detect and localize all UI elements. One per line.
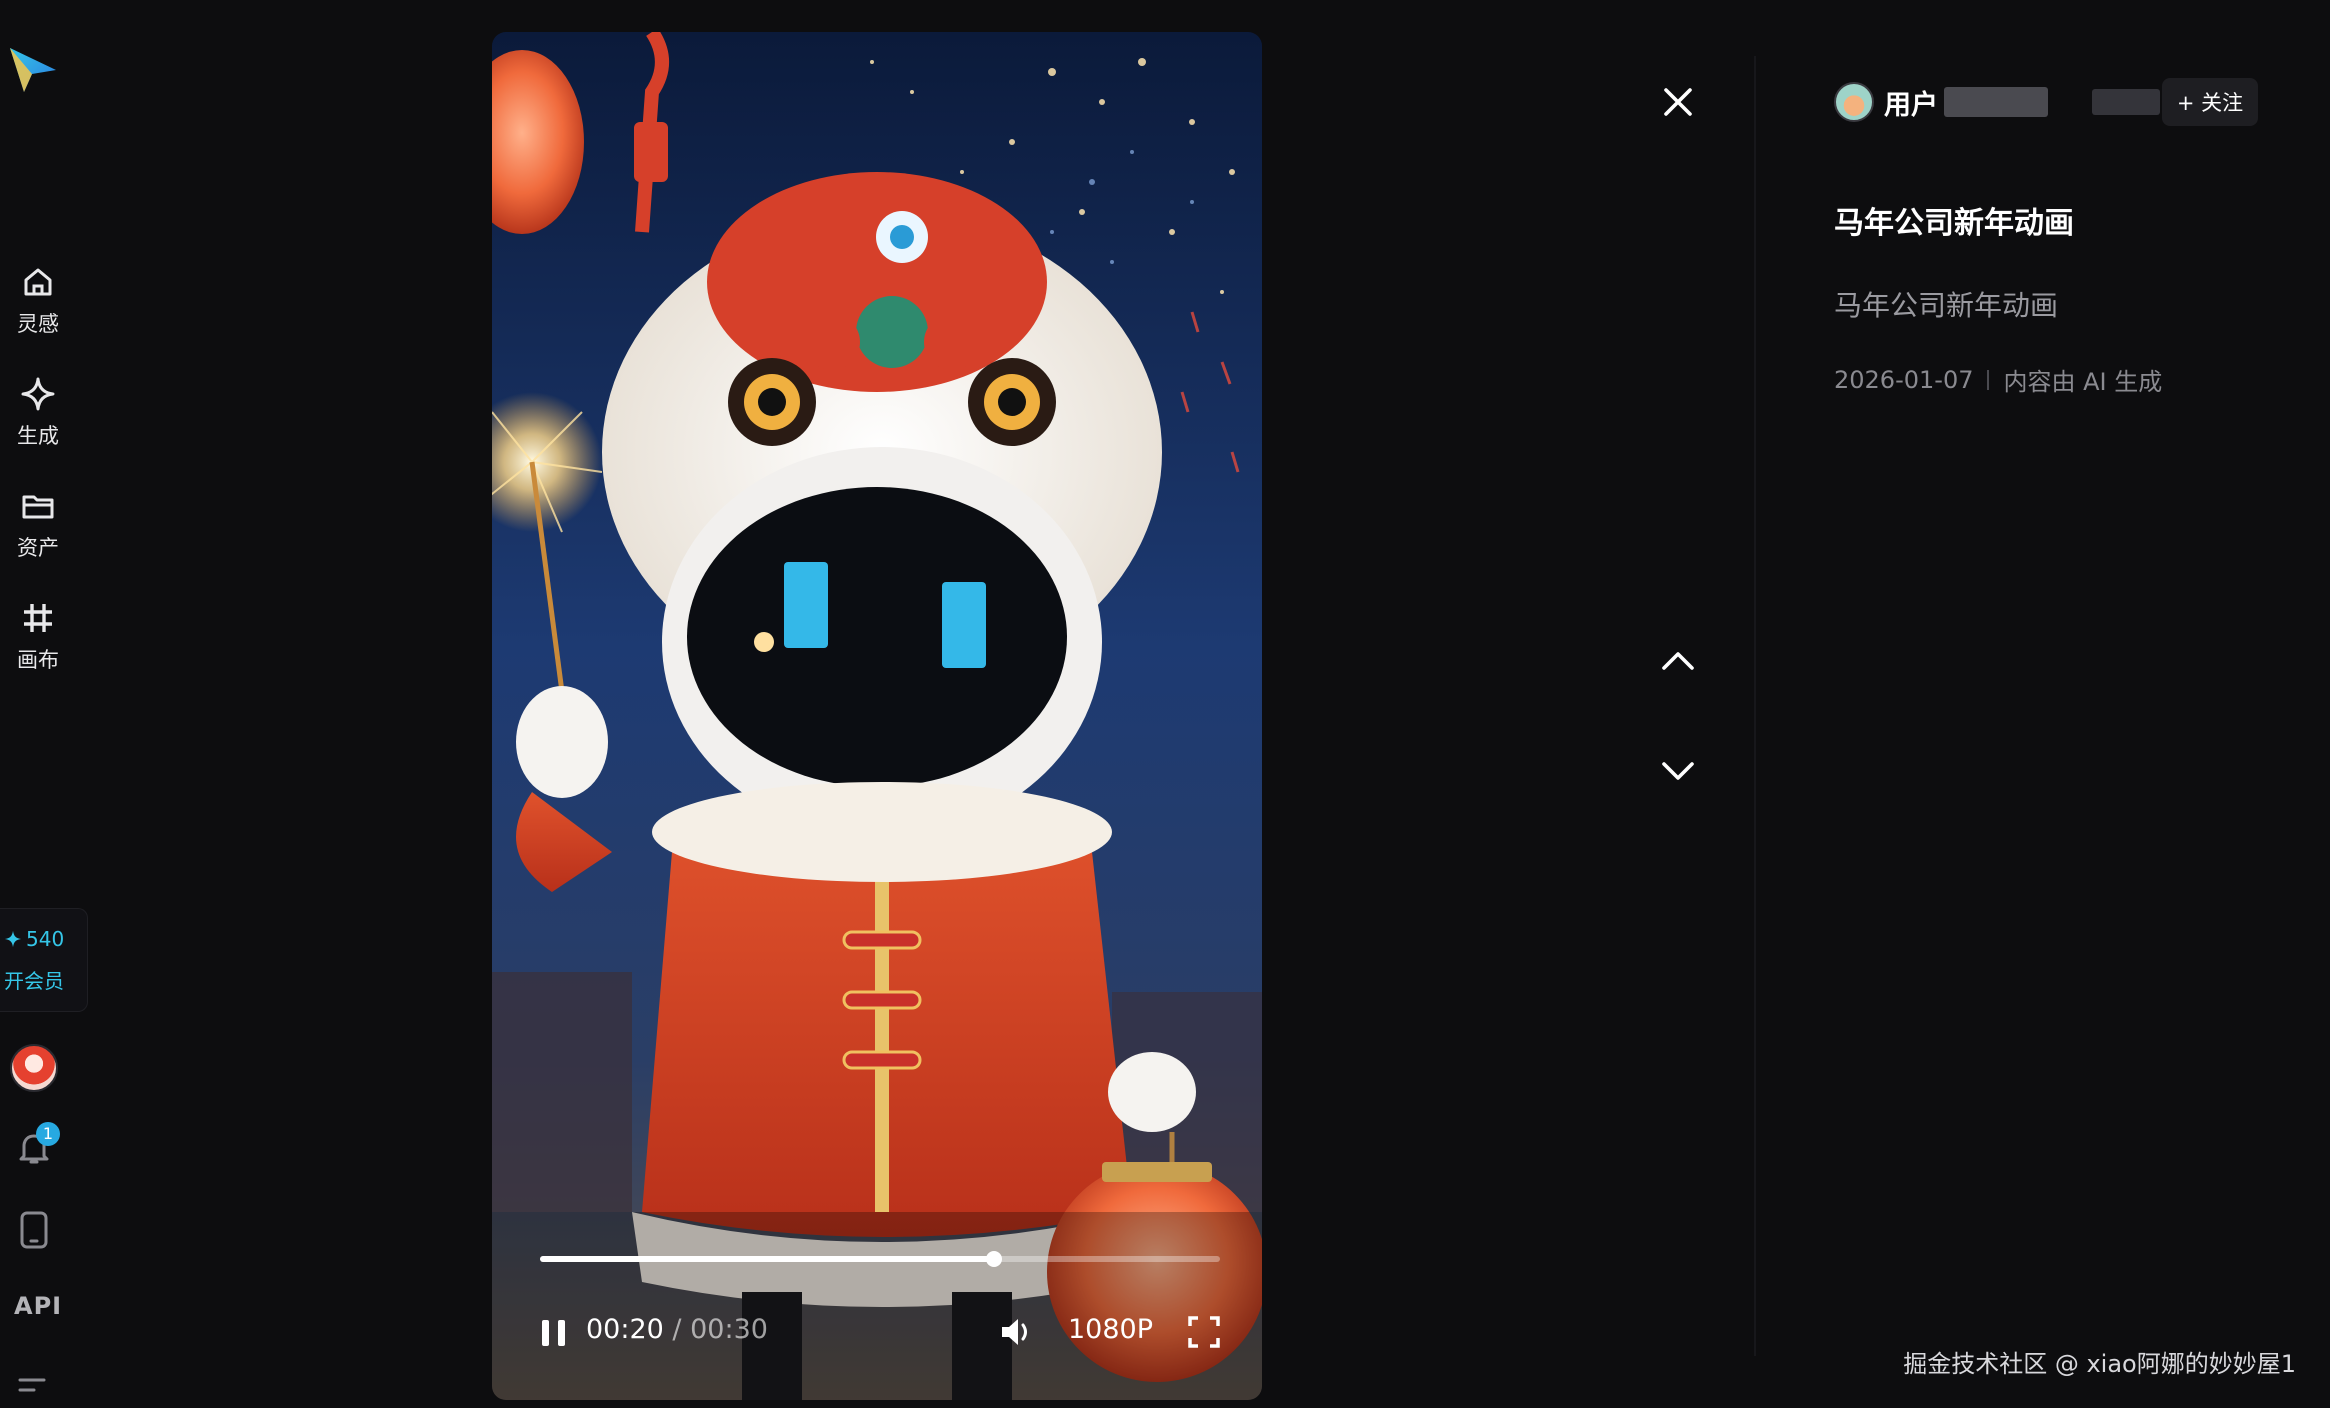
volume-icon[interactable] <box>996 1312 1036 1352</box>
mobile-device-icon[interactable] <box>18 1210 50 1250</box>
pause-icon[interactable] <box>536 1312 572 1352</box>
redacted-username <box>1944 87 2048 117</box>
credits-panel[interactable]: 540 开会员 <box>0 908 88 1012</box>
sidebar-item-assets[interactable]: 资产 <box>0 486 76 582</box>
api-link[interactable]: API <box>14 1292 62 1320</box>
star-icon <box>4 930 22 948</box>
avatar[interactable] <box>10 1044 58 1092</box>
publish-date: 2026-01-07 <box>1834 365 1974 394</box>
folder-icon <box>22 495 54 519</box>
current-time: 00:20 <box>586 1314 664 1345</box>
canvas-grid-icon <box>24 604 52 632</box>
home-icon <box>24 268 52 296</box>
quality-selector[interactable]: 1080P <box>1068 1314 1153 1345</box>
sidebar-item-label: 画布 <box>17 648 59 672</box>
credits-value: 540 <box>26 927 65 951</box>
sparkle-icon <box>21 377 55 411</box>
progress-bar[interactable] <box>540 1251 1220 1267</box>
paper-plane-logo-icon[interactable] <box>4 40 60 96</box>
time-display: 00:20 / 00:30 <box>586 1314 768 1345</box>
video-description: 马年公司新年动画 <box>1834 289 2059 322</box>
sidebar: 灵感 生成 资产 画布 540 开会员 1 API <box>0 0 90 1408</box>
notification-badge: 1 <box>36 1122 60 1146</box>
author-avatar[interactable] <box>1834 82 1874 122</box>
sidebar-item-label: 资产 <box>17 536 59 560</box>
video-player[interactable]: 00:20 / 00:30 1080P <box>492 32 1262 1400</box>
panel-divider <box>1754 56 1756 1356</box>
close-icon[interactable] <box>1658 82 1698 122</box>
player-controls: 00:20 / 00:30 1080P <box>492 1302 1262 1362</box>
sidebar-item-generate[interactable]: 生成 <box>0 374 76 470</box>
ai-notice: 内容由 AI 生成 <box>2003 368 2163 396</box>
sidebar-item-inspiration[interactable]: 灵感 <box>0 262 76 358</box>
chevron-up-icon[interactable] <box>1656 640 1700 680</box>
info-panel: 用户 + 关注 马年公司新年动画 马年公司新年动画 2026-01-07 内容由… <box>1834 76 2304 397</box>
video-title: 马年公司新年动画 <box>1834 206 2074 241</box>
fullscreen-icon[interactable] <box>1186 1314 1222 1350</box>
progress-handle[interactable] <box>985 1251 1002 1267</box>
progress-fill <box>540 1256 994 1262</box>
author-row: 用户 + 关注 <box>1834 76 2304 128</box>
menu-icon[interactable] <box>18 1376 50 1400</box>
video-meta: 2026-01-07 内容由 AI 生成 <box>1834 362 2304 397</box>
author-name[interactable]: 用户 <box>1884 83 1938 122</box>
sidebar-item-label: 灵感 <box>17 312 59 336</box>
vip-button[interactable]: 开会员 <box>4 965 87 994</box>
sidebar-item-label: 生成 <box>17 424 59 448</box>
total-time: 00:30 <box>690 1314 768 1345</box>
follow-button[interactable]: + 关注 <box>2162 78 2258 126</box>
redacted-username <box>2092 89 2160 115</box>
watermark-text: 掘金技术社区 @ xiao阿娜的妙妙屋1 <box>1903 1350 2296 1378</box>
meta-divider <box>1987 369 1990 390</box>
video-frame-image <box>492 32 1262 1400</box>
time-separator: / <box>672 1314 682 1345</box>
sidebar-item-canvas[interactable]: 画布 <box>0 598 76 694</box>
chevron-down-icon[interactable] <box>1656 752 1700 792</box>
